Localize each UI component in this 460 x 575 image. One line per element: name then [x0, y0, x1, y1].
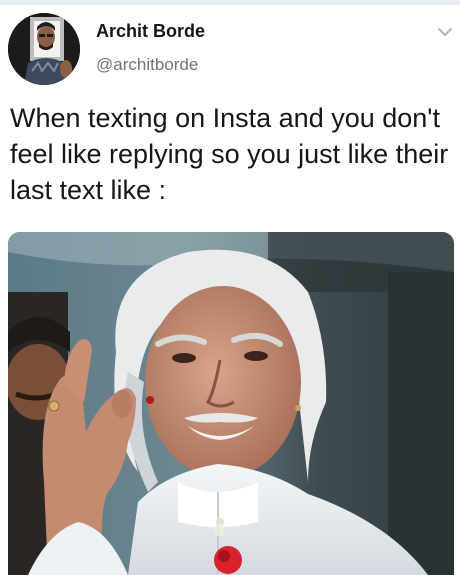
- display-name[interactable]: Archit Borde: [96, 21, 205, 42]
- avatar-image: [8, 13, 80, 85]
- tweet-text: When texting on Insta and you don't feel…: [10, 103, 449, 205]
- chevron-down-icon[interactable]: [436, 25, 454, 39]
- meme-photo: [8, 232, 454, 575]
- avatar[interactable]: [8, 13, 80, 85]
- tweet-media-photo[interactable]: [8, 232, 454, 575]
- user-handle[interactable]: @architborde: [96, 55, 198, 75]
- tweet-header: Archit Borde @architborde: [0, 5, 460, 85]
